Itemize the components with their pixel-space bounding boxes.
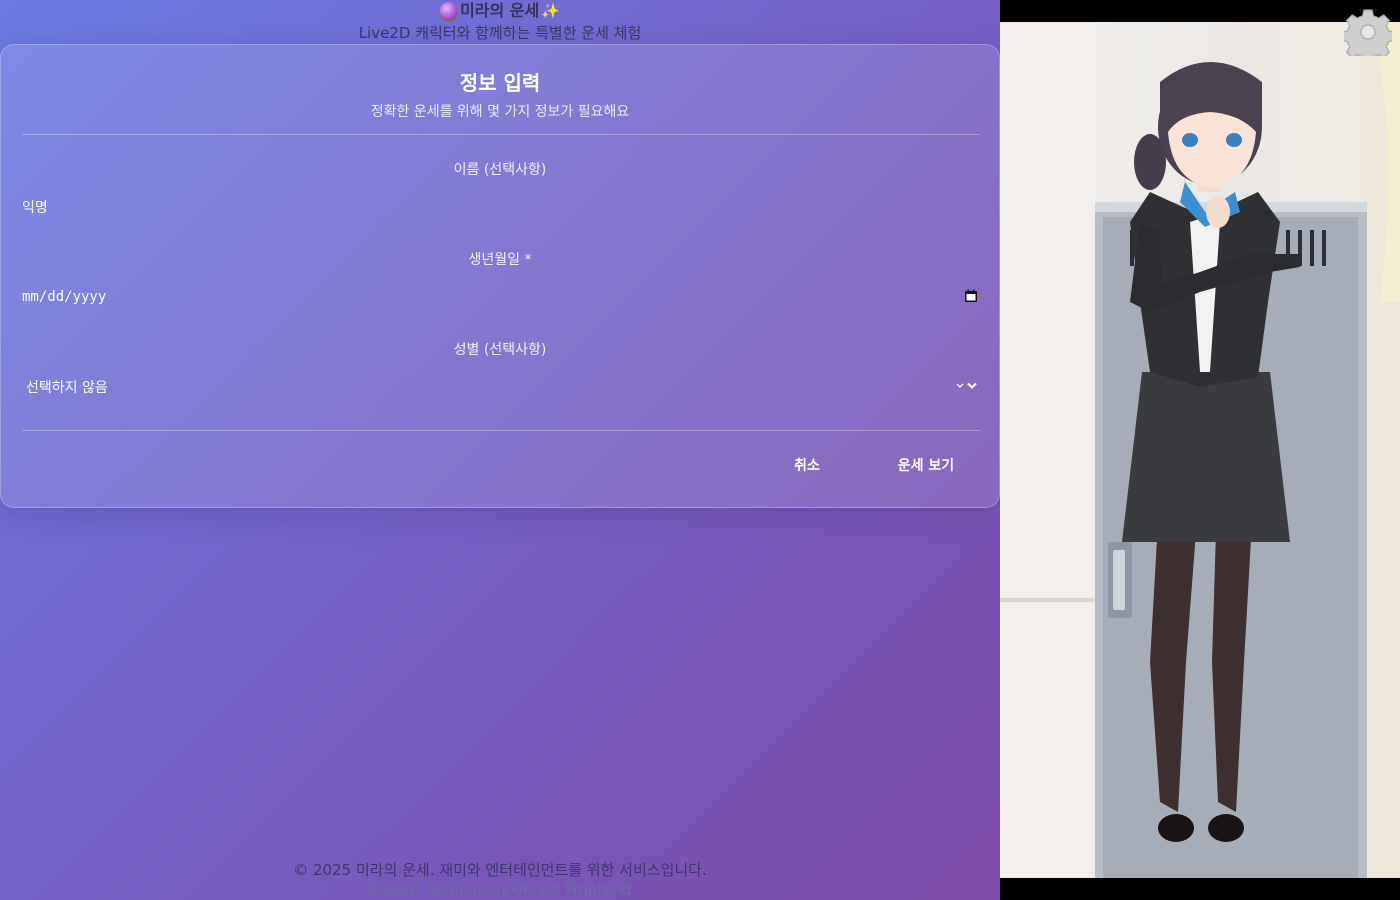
chevron-down-icon (956, 382, 977, 390)
character-scene (1000, 22, 1400, 878)
tech-live2d: Live2D Technology (368, 881, 510, 899)
divider (22, 430, 980, 431)
app-title: 미라의 운세 ✨ (0, 0, 1000, 22)
tech-credits: Live2D Technology•React Frontend (0, 880, 1000, 900)
info-form-card: 정보 입력 정확한 운세를 위해 몇 가지 정보가 필요해요 이름 (선택사항)… (0, 44, 1000, 508)
tech-separator: • (509, 881, 519, 899)
app-header: 미라의 운세 ✨ Live2D 캐릭터와 함께하는 특별한 운세 체험 (0, 0, 1000, 43)
gender-select[interactable]: 선택하지 않음 (22, 375, 980, 399)
sparkles-icon: ✨ (541, 2, 560, 20)
main-panel: 미라의 운세 ✨ Live2D 캐릭터와 함께하는 특별한 운세 체험 정보 입… (0, 0, 1000, 900)
live2d-character[interactable] (1000, 22, 1400, 878)
gender-label: 성별 (선택사항) (453, 342, 547, 358)
copyright-text: © 2025 미라의 운세. 재미와 엔터테인먼트를 위한 서비스입니다. (293, 861, 707, 879)
divider (22, 134, 980, 135)
name-input-value: 익명 (22, 200, 48, 216)
footer: © 2025 미라의 운세. 재미와 엔터테인먼트를 위한 서비스입니다. Li… (0, 860, 1000, 900)
cancel-button[interactable]: 취소 (767, 451, 847, 481)
calendar-icon[interactable] (964, 289, 978, 303)
form-subtitle: 정확한 운세를 위해 몇 가지 정보가 필요해요 (370, 104, 630, 120)
app-subtitle: Live2D 캐릭터와 함께하는 특별한 운세 체험 (358, 24, 642, 42)
gender-selected-value: 선택하지 않음 (26, 380, 108, 396)
birth-label: 생년월일 * (468, 252, 532, 268)
crystal-ball-icon (440, 2, 459, 20)
birthdate-placeholder: mm/dd/yyyy (22, 289, 107, 305)
tech-react: React Frontend (518, 881, 632, 899)
app-title-text: 미라의 운세 (460, 1, 540, 20)
name-input[interactable]: 익명 (22, 195, 980, 219)
settings-gear-icon[interactable] (1344, 8, 1392, 56)
birthdate-input[interactable]: mm/dd/yyyy (22, 285, 980, 309)
fortune-submit-button[interactable]: 운세 보기 (871, 451, 981, 481)
form-title: 정보 입력 (459, 71, 541, 95)
name-label: 이름 (선택사항) (453, 162, 547, 178)
live2d-viewer (1000, 0, 1400, 900)
